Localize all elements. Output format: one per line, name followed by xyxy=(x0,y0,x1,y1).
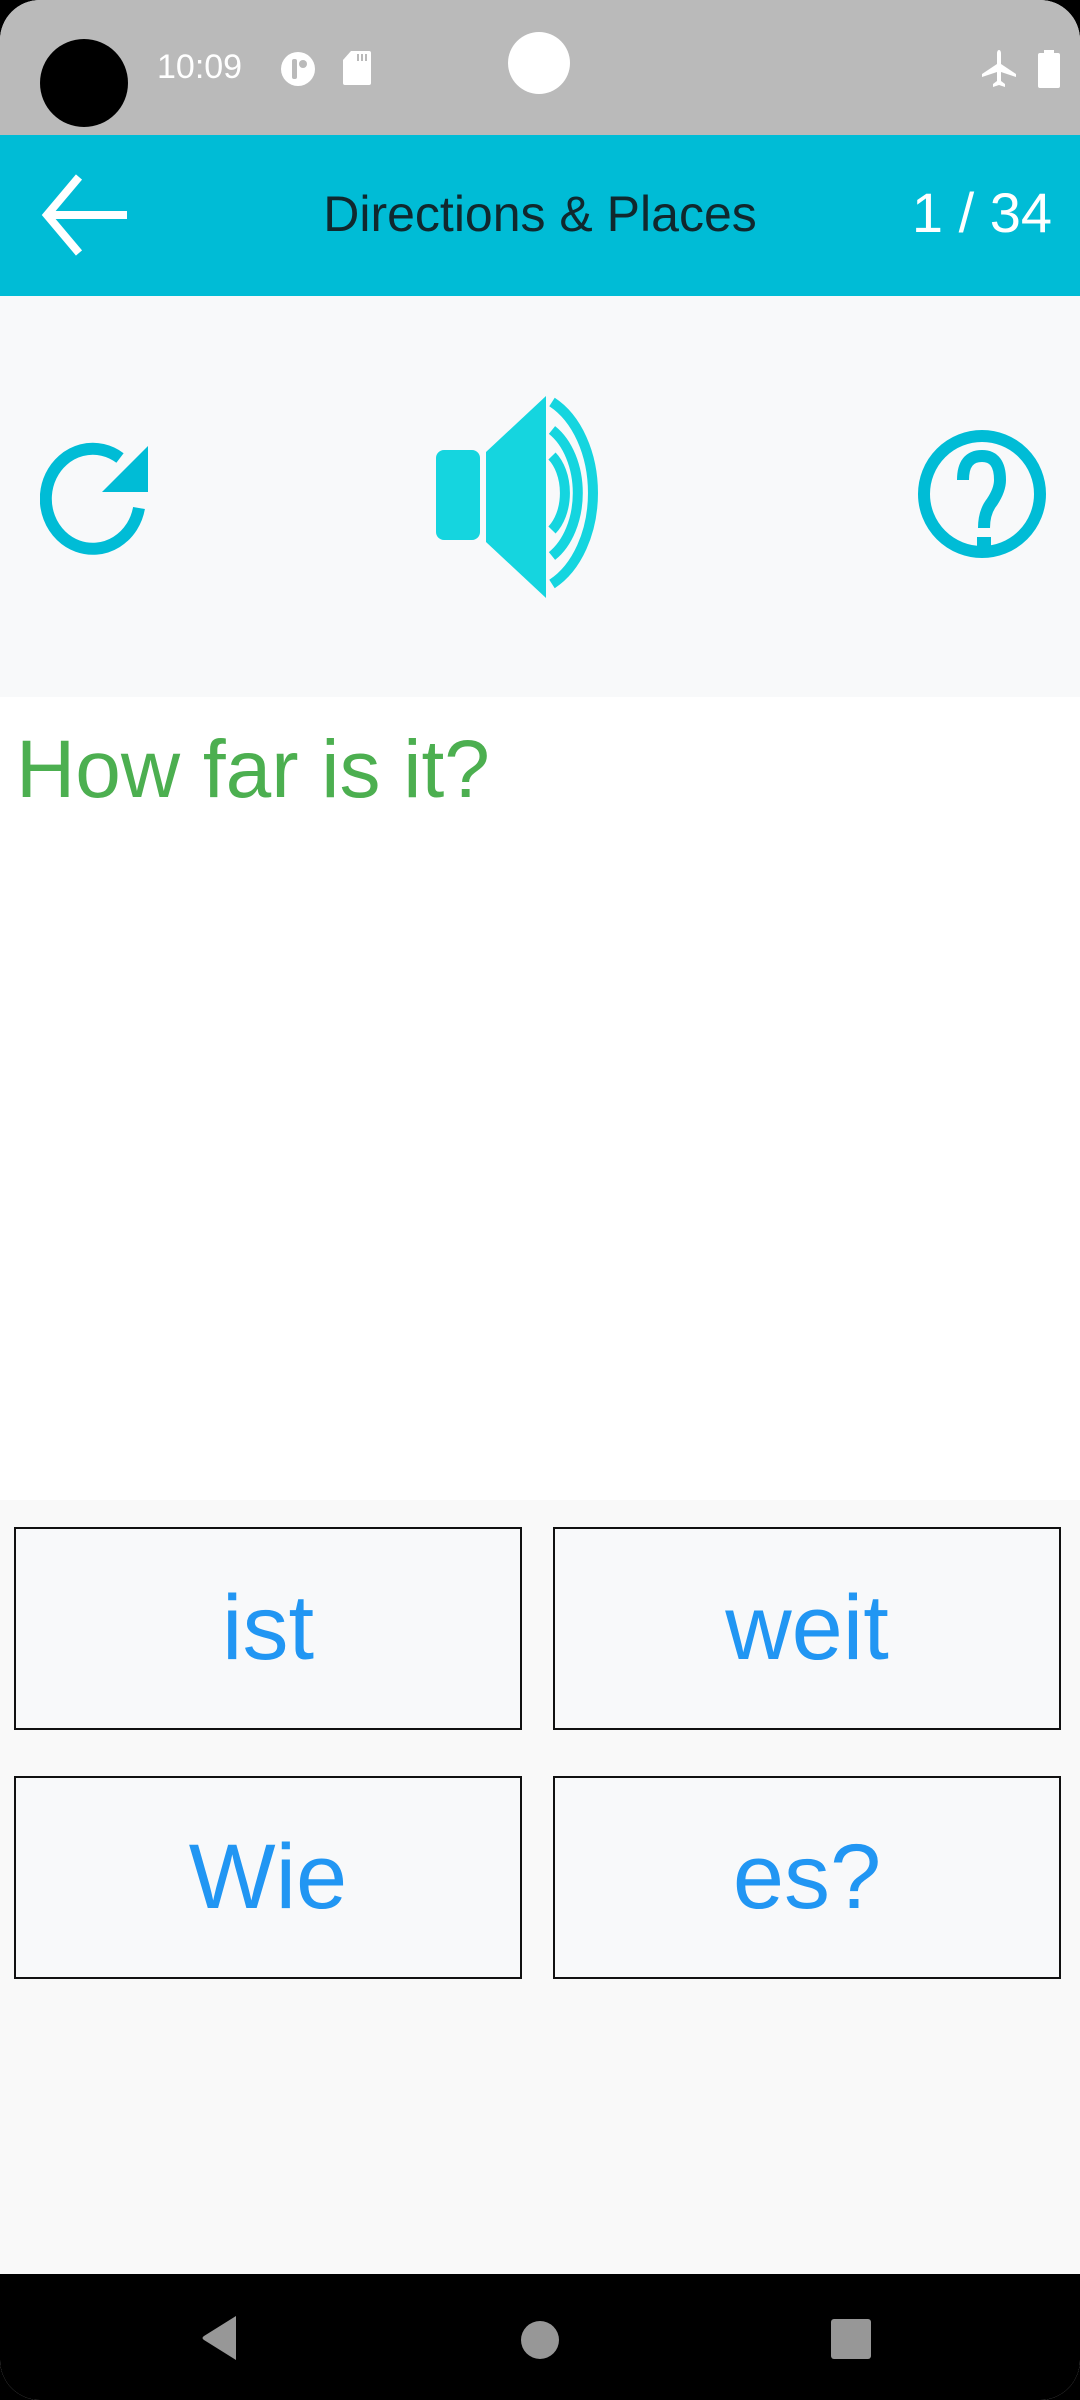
play-audio-button[interactable] xyxy=(430,396,650,606)
nav-home-button[interactable] xyxy=(520,2320,560,2360)
answer-button[interactable]: es? xyxy=(553,1776,1061,1979)
question-area: How far is it? xyxy=(0,697,1080,1500)
airplane-mode-icon xyxy=(982,50,1016,87)
nav-back-button[interactable] xyxy=(196,2314,246,2364)
back-triangle-icon xyxy=(202,2316,236,2360)
recents-square-icon xyxy=(831,2319,871,2359)
progress-counter: 1 / 34 xyxy=(911,181,1052,244)
help-icon xyxy=(918,430,1046,558)
home-circle-icon xyxy=(521,2321,559,2359)
answer-grid: ist weit Wie es? xyxy=(0,1500,1080,2274)
replay-button[interactable] xyxy=(39,436,160,556)
sd-card-icon xyxy=(343,51,371,85)
answer-button[interactable]: Wie xyxy=(14,1776,522,1979)
nav-recents-button[interactable] xyxy=(830,2318,872,2360)
status-bar: 10:09 xyxy=(0,0,1080,135)
app-notification-icon xyxy=(281,52,315,86)
app-bar: Directions & Places 1 / 34 xyxy=(0,135,1080,296)
answer-button[interactable]: ist xyxy=(14,1527,522,1730)
battery-icon xyxy=(1038,50,1060,88)
camera-cutout xyxy=(40,39,128,127)
toolbar xyxy=(0,296,1080,697)
answer-button[interactable]: weit xyxy=(553,1527,1061,1730)
help-button[interactable] xyxy=(912,426,1052,566)
replay-icon xyxy=(39,442,148,555)
screen: 10:09 Directions & Places 1 / 34 How far… xyxy=(0,0,1080,2400)
system-nav-bar xyxy=(0,2274,1080,2400)
notification-dot xyxy=(508,32,570,94)
question-text: How far is it? xyxy=(16,724,490,815)
speaker-icon xyxy=(436,396,598,598)
status-time: 10:09 xyxy=(157,48,243,86)
